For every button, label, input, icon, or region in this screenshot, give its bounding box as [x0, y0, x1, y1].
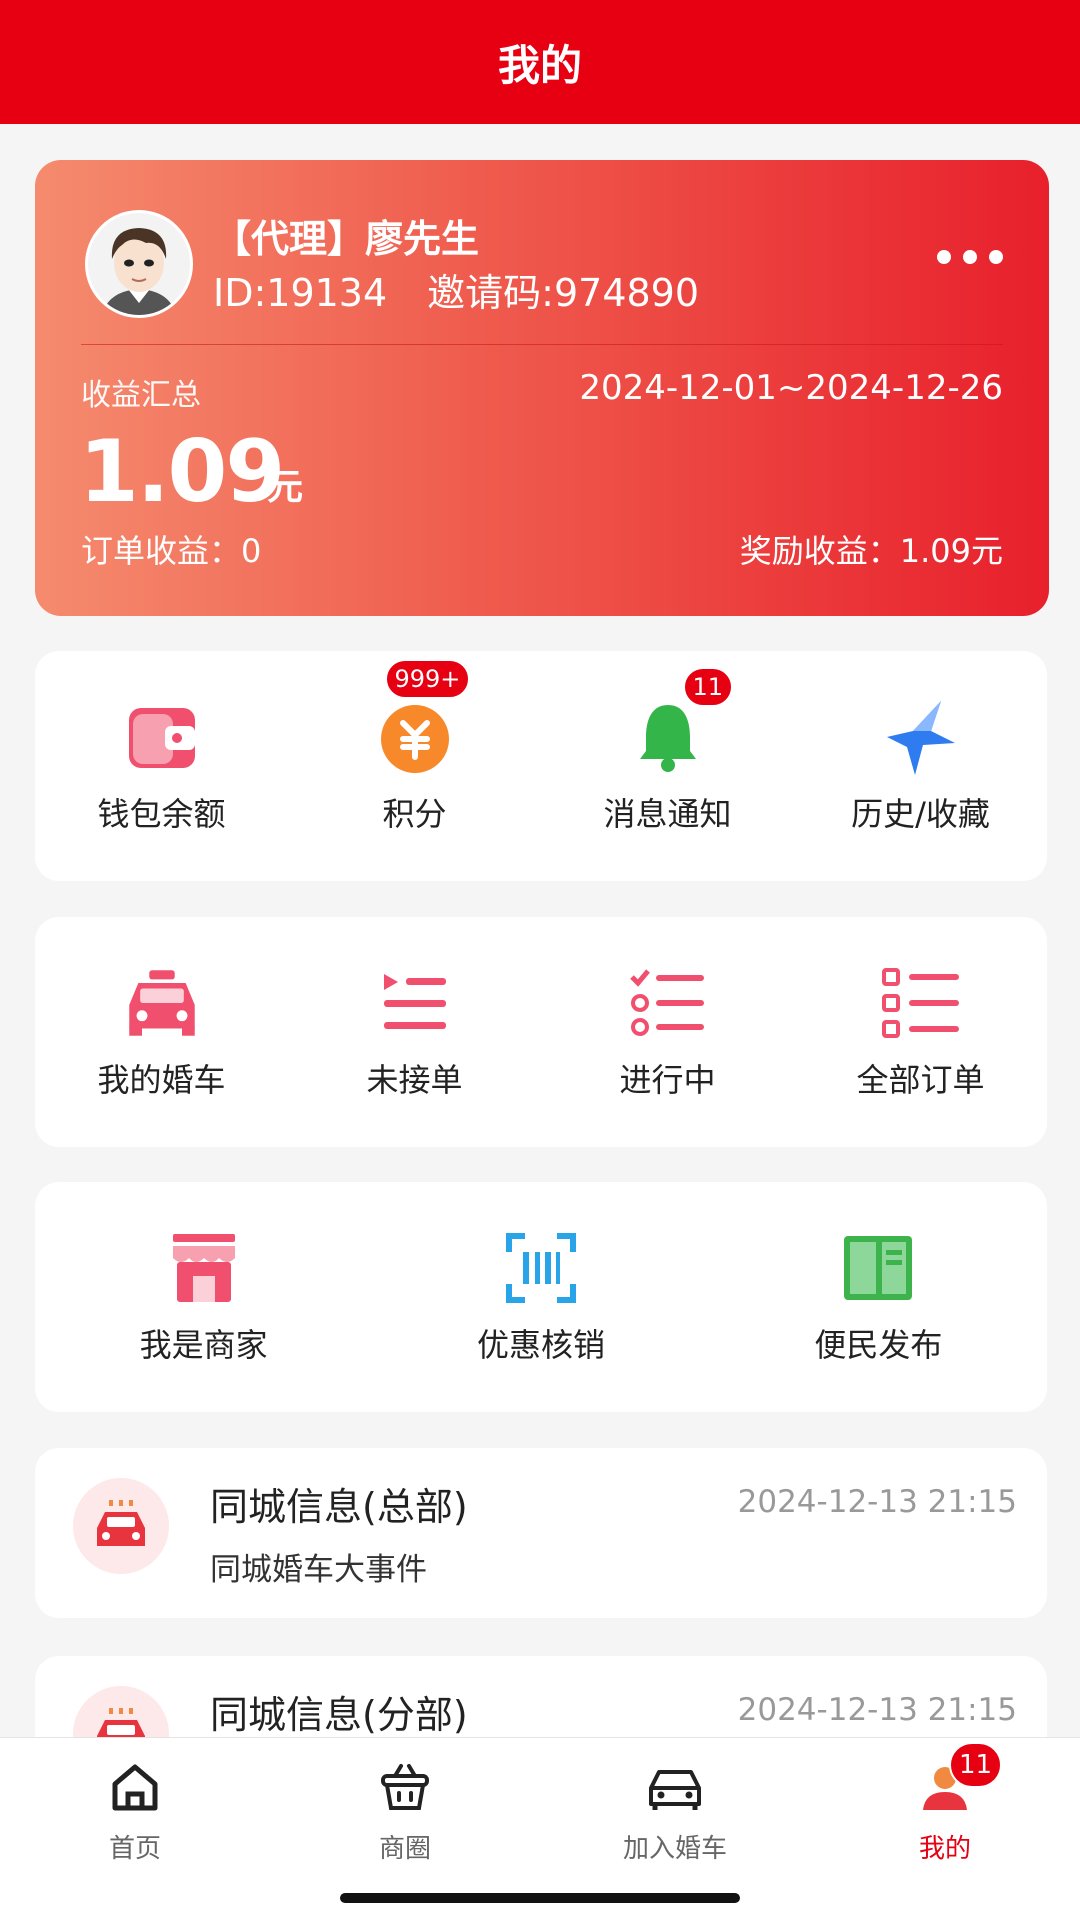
home-indicator	[340, 1893, 740, 1903]
more-button[interactable]	[937, 250, 1003, 264]
all-orders-button[interactable]: 全部订单	[794, 917, 1047, 1147]
more-dot-icon	[937, 250, 951, 264]
wallet-balance-button[interactable]: 钱包余额	[35, 651, 288, 881]
basket-icon	[375, 1758, 435, 1818]
info-time: 2024-12-13 21:15	[737, 1692, 1017, 1728]
info-subtitle: 同城婚车大事件	[210, 1552, 427, 1588]
wallet-balance-label: 钱包余额	[97, 795, 226, 833]
car-info-icon	[73, 1686, 169, 1737]
earnings-date-range: 2024-12-01~2024-12-26	[579, 368, 1003, 408]
info-title: 同城信息(总部)	[210, 1485, 468, 1529]
earnings-title: 收益汇总	[81, 378, 201, 413]
notifications-label: 消息通知	[603, 795, 732, 833]
tab-label: 商圈	[378, 1834, 431, 1864]
tab-mine[interactable]: 11 我的	[810, 1738, 1080, 1920]
history-favorites-label: 历史/收藏	[851, 795, 990, 833]
bell-icon: 11	[628, 667, 734, 777]
user-meta: ID:19134 邀请码:974890	[213, 262, 699, 317]
publish-button[interactable]: 便民发布	[710, 1182, 1047, 1412]
publish-label: 便民发布	[814, 1326, 943, 1364]
notifications-badge: 11	[682, 667, 734, 707]
scan-icon	[501, 1228, 581, 1308]
pending-orders-button[interactable]: 未接单	[288, 917, 541, 1147]
card-divider	[81, 344, 1003, 345]
user-icon: 11	[915, 1742, 1003, 1818]
user-name: 【代理】廖先生	[213, 217, 480, 261]
coupon-verify-label: 优惠核销	[476, 1326, 605, 1364]
my-wedding-car-label: 我的婚车	[97, 1061, 226, 1099]
list-item[interactable]: 同城信息(分部) 2024-12-13 21:15	[35, 1656, 1047, 1737]
wallet-icon	[122, 697, 202, 777]
profile-card: 【代理】廖先生 ID:19134 邀请码:974890 收益汇总 2024-12-…	[35, 160, 1049, 616]
info-title: 同城信息(分部)	[210, 1693, 468, 1737]
car-info-icon	[73, 1478, 169, 1574]
tab-label: 首页	[108, 1834, 161, 1864]
quick-panel: 钱包余额 999+ 积分 11 消息通知 历史/收藏	[35, 651, 1047, 881]
top-header: 我的	[0, 0, 1080, 124]
in-progress-label: 进行中	[619, 1061, 716, 1099]
list-item[interactable]: 同城信息(总部) 2024-12-13 21:15 同城婚车大事件	[35, 1448, 1047, 1618]
order-earnings: 订单收益：0	[81, 532, 262, 570]
all-orders-icon	[881, 963, 961, 1043]
more-dot-icon	[963, 250, 977, 264]
pending-list-icon	[375, 963, 455, 1043]
earnings-total: 1.09	[79, 422, 285, 522]
home-icon	[105, 1758, 165, 1818]
my-wedding-car-button[interactable]: 我的婚车	[35, 917, 288, 1147]
in-progress-button[interactable]: 进行中	[541, 917, 794, 1147]
tab-label: 加入婚车	[622, 1834, 727, 1864]
tab-home[interactable]: 首页	[0, 1738, 270, 1920]
merchant-button[interactable]: 我是商家	[35, 1182, 372, 1412]
merchant-label: 我是商家	[139, 1326, 268, 1364]
page-title: 我的	[497, 40, 582, 90]
invite-code: 邀请码:974890	[427, 271, 700, 315]
store-icon	[164, 1228, 244, 1308]
avatar[interactable]	[85, 210, 193, 318]
orders-panel: 我的婚车 未接单 进行中 全部订单	[35, 917, 1047, 1147]
tab-label: 我的	[918, 1834, 971, 1864]
points-badge: 999+	[384, 659, 471, 699]
notifications-button[interactable]: 11 消息通知	[541, 651, 794, 881]
points-coin-icon: 999+	[375, 659, 471, 777]
tab-mine-badge: 11	[949, 1742, 1003, 1788]
services-panel: 我是商家 优惠核销 便民发布	[35, 1182, 1047, 1412]
info-time: 2024-12-13 21:15	[737, 1484, 1017, 1520]
pending-orders-label: 未接单	[366, 1061, 463, 1099]
reward-earnings: 奖励收益：1.09元	[739, 532, 1003, 570]
points-button[interactable]: 999+ 积分	[288, 651, 541, 881]
earnings-unit: 元	[267, 467, 304, 508]
publish-icon	[838, 1228, 918, 1308]
user-id: ID:19134	[213, 271, 388, 315]
more-dot-icon	[989, 250, 1003, 264]
car-tab-icon	[645, 1758, 705, 1818]
all-orders-label: 全部订单	[856, 1061, 985, 1099]
history-favorites-button[interactable]: 历史/收藏	[794, 651, 1047, 881]
coupon-verify-button[interactable]: 优惠核销	[372, 1182, 709, 1412]
car-icon	[122, 963, 202, 1043]
checklist-icon	[628, 963, 708, 1043]
star-icon	[881, 697, 961, 777]
points-label: 积分	[382, 795, 447, 833]
